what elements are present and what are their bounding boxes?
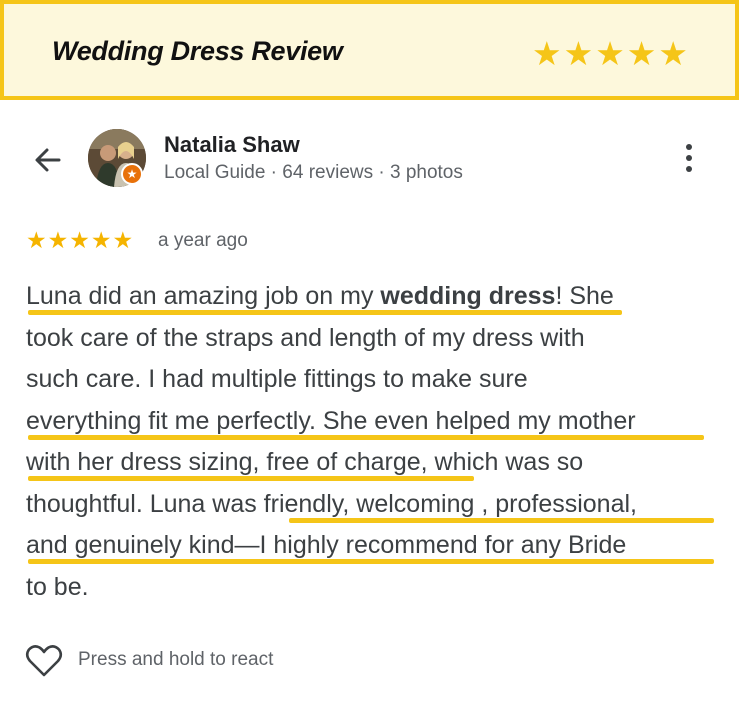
highlighted-keyword: wedding dress	[380, 282, 556, 310]
review-line: Luna did an amazing job on my wedding dr…	[26, 276, 726, 318]
react-hint-label: Press and hold to react	[78, 649, 274, 670]
banner-title: Wedding Dress Review	[52, 36, 343, 66]
back-button[interactable]	[28, 140, 68, 180]
star-icon: ★	[563, 35, 594, 72]
star-icon: ★	[47, 227, 69, 253]
reviewer-meta: Local Guide · 64 reviews · 3 photos	[164, 162, 463, 183]
star-icon: ★	[26, 227, 47, 253]
highlight-underline	[28, 310, 622, 315]
review-star-rating: ★ ★ ★ ★ ★	[26, 227, 133, 253]
star-icon: ★	[658, 35, 688, 72]
react-button[interactable]	[24, 643, 64, 679]
star-icon: ★	[112, 227, 134, 253]
highlight-underline	[28, 476, 474, 481]
star-icon: ★	[90, 227, 112, 253]
banner-star-rating: ★ ★ ★ ★ ★	[532, 37, 688, 71]
more-vert-icon[interactable]	[680, 144, 698, 176]
review-date: a year ago	[158, 230, 248, 251]
review-line: thoughtful. Luna was friendly, welcoming…	[26, 484, 726, 526]
star-icon: ★	[595, 35, 625, 72]
highlight-underline	[28, 434, 704, 440]
star-icon: ★	[626, 35, 657, 72]
reviewer-name[interactable]: Natalia Shaw	[164, 132, 300, 158]
review-line: and genuinely kind—I highly recommend fo…	[26, 525, 726, 567]
local-guide-star-icon: ★	[121, 163, 143, 185]
arrow-left-icon	[35, 148, 61, 172]
review-line: took care of the straps and length of my…	[26, 323, 585, 352]
star-icon: ★	[69, 227, 90, 253]
review-line: such care. I had multiple fittings to ma…	[26, 365, 528, 393]
review-line: with her dress sizing, free of charge, w…	[26, 442, 726, 484]
highlight-underline	[289, 517, 714, 523]
heart-outline-icon	[25, 645, 63, 677]
review-line: to be.	[26, 572, 89, 601]
highlight-underline	[28, 559, 714, 564]
review-line: everything fit me perfectly. She even he…	[26, 401, 726, 443]
review-body: Luna did an amazing job on my wedding dr…	[26, 276, 726, 608]
star-icon: ★	[532, 35, 562, 72]
review-title-banner: Wedding Dress Review ★ ★ ★ ★ ★	[0, 0, 739, 100]
